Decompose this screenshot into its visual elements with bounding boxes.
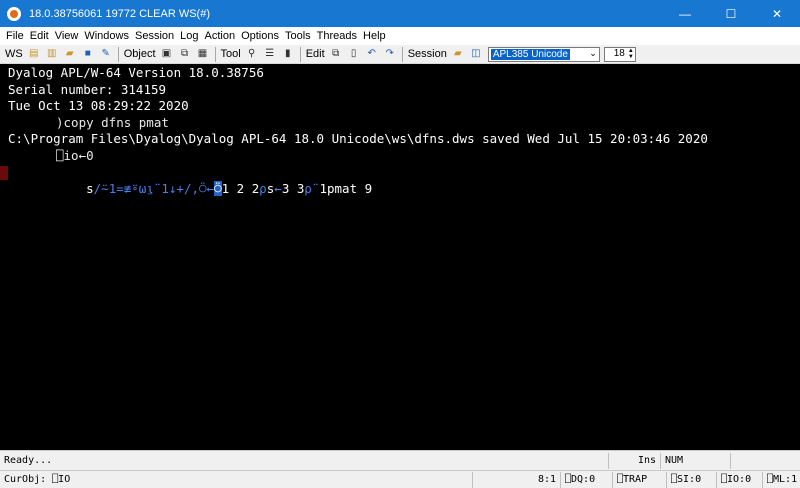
menu-options[interactable]: Options xyxy=(238,30,282,42)
menu-view[interactable]: View xyxy=(52,30,82,42)
ml-indicator: ⎕ML:1 xyxy=(762,471,800,488)
font-name-value: APL385 Unicode xyxy=(490,48,570,60)
dyalog-app-icon xyxy=(7,6,21,21)
font-size-input[interactable]: 18 ▲ ▼ xyxy=(603,46,636,62)
open-ws-icon[interactable]: ▰ xyxy=(62,47,78,62)
menu-edit[interactable]: Edit xyxy=(27,30,52,42)
session-output-line: Serial number: 314159 xyxy=(8,81,167,97)
input-segment: ⍴ xyxy=(259,180,267,196)
menu-action[interactable]: Action xyxy=(201,30,238,42)
session-folder-icon[interactable]: ▰ xyxy=(450,47,466,62)
menu-windows[interactable]: Windows xyxy=(81,30,132,42)
save-as-icon[interactable]: ✎ xyxy=(98,47,114,62)
menu-tools[interactable]: Tools xyxy=(282,30,314,42)
copy-icon[interactable]: ⧉ xyxy=(328,47,344,62)
insert-mode-indicator: Ins xyxy=(608,452,660,469)
menu-file[interactable]: File xyxy=(3,30,27,42)
redo-icon[interactable]: ↷ xyxy=(382,47,398,62)
session-toolbar-label: Session xyxy=(407,48,447,60)
menu-log[interactable]: Log xyxy=(177,30,201,42)
status-bar-system: CurObj: ⎕IO 8:1 ⎕DQ:0 ⎕TRAP ⎕SI:0 ⎕IO:0 … xyxy=(0,470,800,488)
font-size-value: 18 xyxy=(613,47,625,59)
session-output-line: Tue Oct 13 08:29:22 2020 xyxy=(8,98,189,113)
status-panel-empty xyxy=(730,452,800,469)
toolbar-separator xyxy=(117,46,119,62)
text-cursor: ⍥ xyxy=(214,180,222,196)
toolbar-separator xyxy=(401,46,403,62)
current-input-line[interactable]: s/⍨1=≢⍤⍵⍸¨1↓+/,⍥←⍥1 2 2⍴s←3 3⍴¨1pmat 9 xyxy=(8,164,800,196)
print-icon[interactable]: ▣ xyxy=(159,47,175,62)
minimize-button[interactable]: — xyxy=(662,0,708,27)
toolbar-separator xyxy=(214,46,216,62)
input-segment: ⍴¨ xyxy=(304,180,320,196)
font-name-select[interactable]: APL385 Unicode ⌄ xyxy=(487,46,600,62)
paste-icon[interactable]: ▯ xyxy=(346,47,362,62)
status-bar: Ready... Ins NUM xyxy=(0,450,800,470)
copy-object-icon[interactable]: ⧉ xyxy=(177,47,193,62)
chart-icon[interactable]: ▮ xyxy=(280,47,296,62)
tool-toolbar-label: Tool xyxy=(220,48,241,60)
chevron-down-icon[interactable]: ⌄ xyxy=(589,48,597,59)
title-bar: 18.0.38756061 19772 CLEAR WS(#) — ☐ ✕ xyxy=(0,0,800,27)
input-segment: 3 3 xyxy=(281,180,305,196)
workspace-explorer-icon[interactable]: ☰ xyxy=(262,47,278,62)
maximize-button[interactable]: ☐ xyxy=(708,0,754,27)
object-toolbar-label: Object xyxy=(123,48,156,60)
edit-toolbar-label: Edit xyxy=(305,48,325,60)
undo-icon[interactable]: ↶ xyxy=(364,47,380,62)
status-message: Ready... xyxy=(4,454,53,466)
spin-arrows-icon[interactable]: ▲ ▼ xyxy=(627,48,634,60)
load-ws-icon[interactable]: ▤ xyxy=(26,47,42,62)
explorer-icon[interactable]: ▦ xyxy=(195,47,211,62)
cursor-position: 8:1 xyxy=(472,471,560,488)
trap-indicator: ⎕TRAP xyxy=(612,471,666,488)
input-segment: 1 2 2 xyxy=(221,180,260,196)
current-object: CurObj: ⎕IO xyxy=(4,473,71,485)
dq-indicator: ⎕DQ:0 xyxy=(560,471,612,488)
toolbar: WS ▤ ▥ ▰ ■ ✎ Object ▣ ⧉ ▦ Tool ⚲ ☰ ▮ Edi… xyxy=(0,45,800,64)
session-input-line[interactable]: )copy dfns pmat xyxy=(8,115,800,132)
session-font-icon[interactable]: ◫ xyxy=(468,47,484,62)
close-button[interactable]: ✕ xyxy=(754,0,800,27)
toolbar-separator xyxy=(299,46,301,62)
save-ws-icon[interactable]: ■ xyxy=(80,47,96,62)
window-title: 18.0.38756061 19772 CLEAR WS(#) xyxy=(29,7,211,20)
numlock-indicator: NUM xyxy=(660,452,730,469)
copy-ws-icon[interactable]: ▥ xyxy=(44,47,60,62)
session-input-line[interactable]: ⎕io←0 xyxy=(8,148,800,165)
input-segment: s xyxy=(86,180,94,196)
input-segment: ← xyxy=(274,180,282,196)
modified-line-marker xyxy=(0,166,8,180)
menu-bar: File Edit View Windows Session Log Actio… xyxy=(0,27,800,45)
session-window[interactable]: Dyalog APL/W-64 Version 18.0.38756 Seria… xyxy=(0,64,800,450)
input-segment: /⍨1=≢⍤⍵⍸¨1↓+/,⍥← xyxy=(93,180,215,196)
menu-threads[interactable]: Threads xyxy=(314,30,360,42)
session-output-line: Dyalog APL/W-64 Version 18.0.38756 xyxy=(8,65,264,80)
io-indicator: ⎕IO:0 xyxy=(716,471,762,488)
menu-session[interactable]: Session xyxy=(132,30,177,42)
si-indicator: ⎕SI:0 xyxy=(666,471,716,488)
ws-toolbar-label: WS xyxy=(5,48,23,60)
find-icon[interactable]: ⚲ xyxy=(244,47,260,62)
window-controls: — ☐ ✕ xyxy=(662,0,800,27)
session-output-line: C:\Program Files\Dyalog\Dyalog APL-64 18… xyxy=(8,131,708,146)
input-segment: 1pmat 9 xyxy=(319,180,373,196)
menu-help[interactable]: Help xyxy=(360,30,389,42)
